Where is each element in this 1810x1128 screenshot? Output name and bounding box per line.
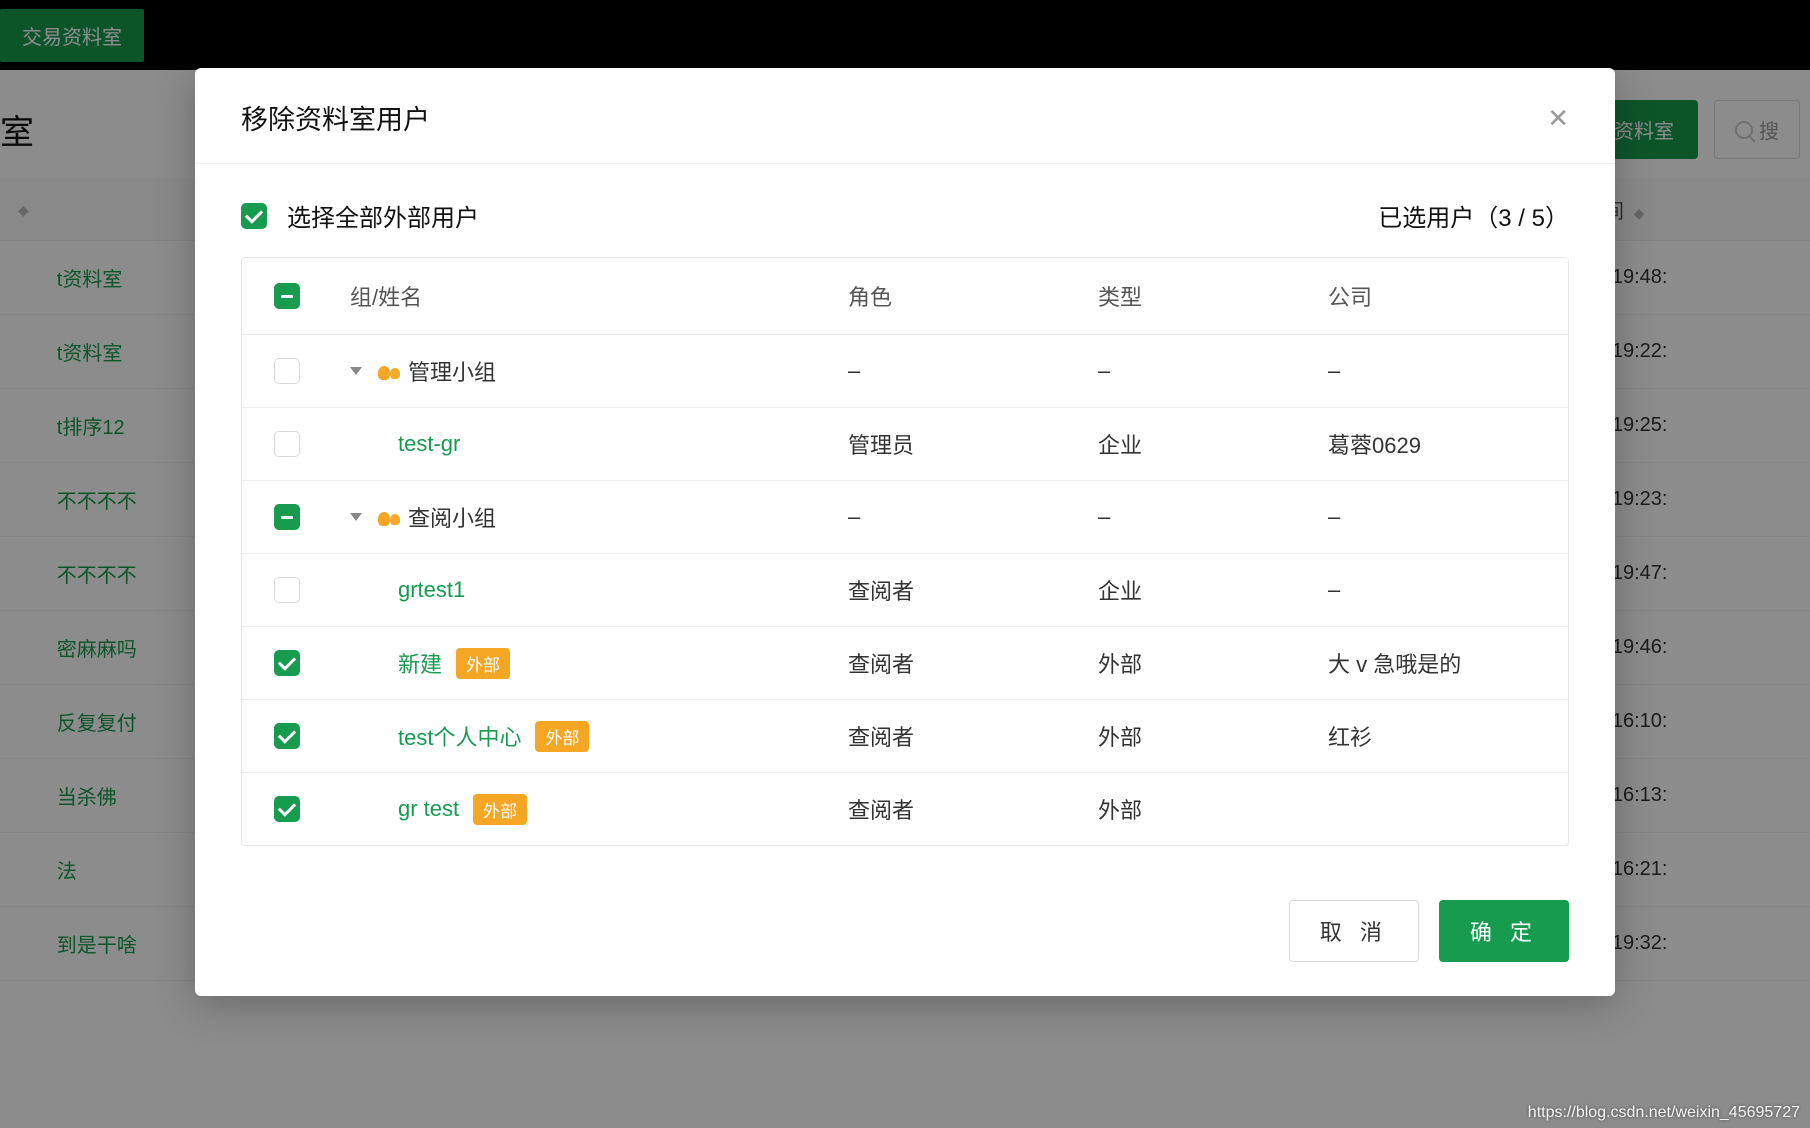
cell-company: 葛蓉0629: [1328, 428, 1568, 460]
close-icon[interactable]: ✕: [1547, 105, 1569, 131]
col-type: 类型: [1098, 280, 1328, 312]
cell-role: 查阅者: [848, 647, 1098, 679]
table-row: 查阅小组 – – –: [242, 481, 1568, 554]
table-row: 新建 外部 查阅者 外部 大 v 急哦是的: [242, 627, 1568, 700]
col-role: 角色: [848, 280, 1098, 312]
table-row: test-gr 管理员 企业 葛蓉0629: [242, 408, 1568, 481]
user-name[interactable]: test个人中心: [398, 720, 521, 752]
select-all-label: 选择全部外部用户: [287, 198, 479, 233]
cell-type: –: [1098, 504, 1328, 530]
cell-company: –: [1328, 577, 1568, 603]
group-icon: [378, 508, 400, 526]
cell-type: 外部: [1098, 647, 1328, 679]
cell-company: 大 v 急哦是的: [1328, 647, 1568, 679]
chevron-down-icon[interactable]: [350, 513, 362, 521]
row-checkbox[interactable]: [274, 577, 300, 603]
table-header: 组/姓名 角色 类型 公司: [242, 258, 1568, 335]
cell-role: 查阅者: [848, 574, 1098, 606]
cell-company: –: [1328, 358, 1568, 384]
row-checkbox[interactable]: [274, 796, 300, 822]
row-checkbox[interactable]: [274, 650, 300, 676]
cancel-button[interactable]: 取 消: [1289, 900, 1419, 962]
modal-title: 移除资料室用户: [241, 98, 430, 137]
remove-user-modal: 移除资料室用户 ✕ 选择全部外部用户 已选用户（3 / 5） 组/姓名 角色 类…: [195, 68, 1615, 996]
row-checkbox[interactable]: [274, 431, 300, 457]
table-row: 管理小组 – – –: [242, 335, 1568, 408]
user-name[interactable]: test-gr: [398, 431, 460, 457]
cell-type: 外部: [1098, 793, 1328, 825]
cell-role: –: [848, 504, 1098, 530]
group-name: 查阅小组: [408, 501, 496, 533]
row-checkbox[interactable]: [274, 504, 300, 530]
cell-company: 红衫: [1328, 720, 1568, 752]
user-table: 组/姓名 角色 类型 公司 管理小组 – – – test-gr 管理员 企业 …: [241, 257, 1569, 846]
cell-role: 查阅者: [848, 720, 1098, 752]
external-badge: 外部: [473, 794, 527, 825]
chevron-down-icon[interactable]: [350, 367, 362, 375]
row-checkbox[interactable]: [274, 723, 300, 749]
group-name: 管理小组: [408, 355, 496, 387]
table-row: gr test 外部 查阅者 外部: [242, 773, 1568, 845]
cell-type: 企业: [1098, 574, 1328, 606]
user-name[interactable]: grtest1: [398, 577, 465, 603]
table-row: test个人中心 外部 查阅者 外部 红衫: [242, 700, 1568, 773]
cell-company: –: [1328, 504, 1568, 530]
confirm-button[interactable]: 确 定: [1439, 900, 1569, 962]
group-icon: [378, 362, 400, 380]
cell-type: –: [1098, 358, 1328, 384]
external-badge: 外部: [456, 648, 510, 679]
modal-overlay: 移除资料室用户 ✕ 选择全部外部用户 已选用户（3 / 5） 组/姓名 角色 类…: [0, 0, 1810, 1128]
cell-type: 外部: [1098, 720, 1328, 752]
selected-count: 已选用户（3 / 5）: [1378, 198, 1569, 233]
col-name: 组/姓名: [332, 280, 848, 312]
cell-type: 企业: [1098, 428, 1328, 460]
cell-role: 查阅者: [848, 793, 1098, 825]
user-name[interactable]: 新建: [398, 647, 442, 679]
user-name[interactable]: gr test: [398, 796, 459, 822]
external-badge: 外部: [535, 721, 589, 752]
cell-role: 管理员: [848, 428, 1098, 460]
watermark: https://blog.csdn.net/weixin_45695727: [1528, 1104, 1800, 1122]
select-all-checkbox[interactable]: [241, 203, 267, 229]
cell-role: –: [848, 358, 1098, 384]
table-row: grtest1 查阅者 企业 –: [242, 554, 1568, 627]
header-checkbox[interactable]: [274, 283, 300, 309]
col-company: 公司: [1328, 280, 1568, 312]
row-checkbox[interactable]: [274, 358, 300, 384]
